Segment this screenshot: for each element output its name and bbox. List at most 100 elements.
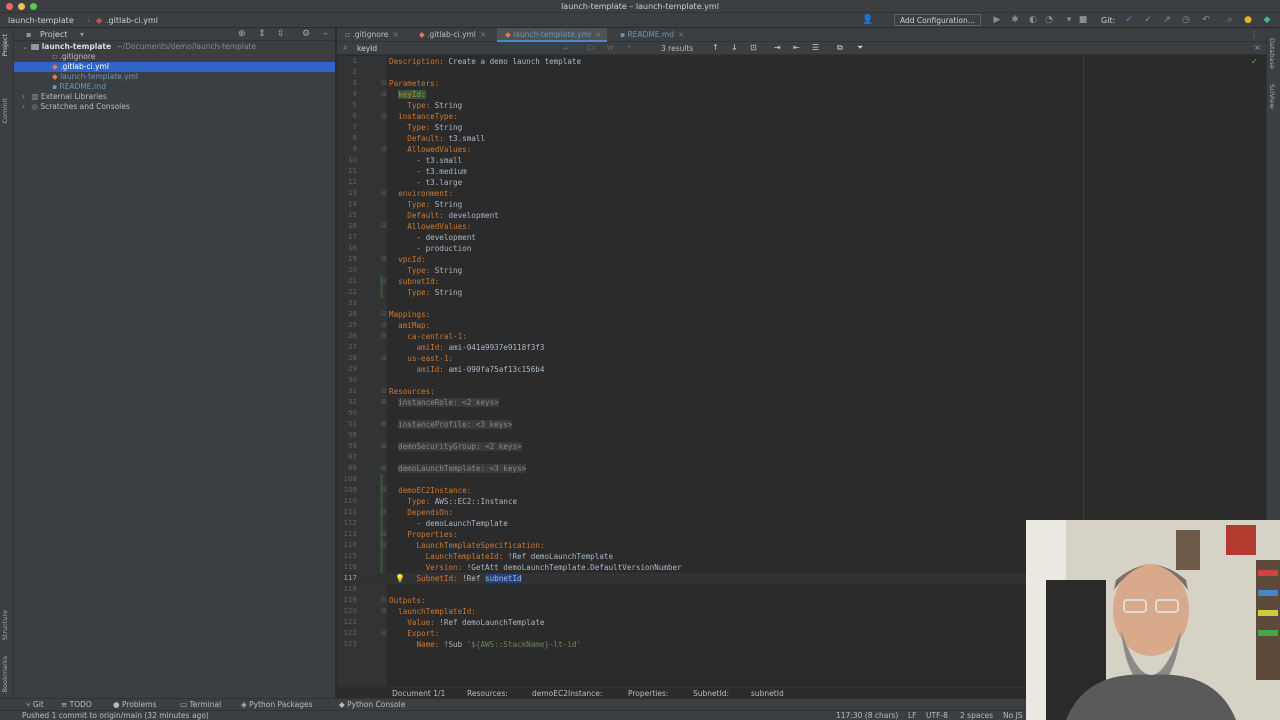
- words-icon[interactable]: W: [607, 44, 614, 52]
- line-number[interactable]: 110: [337, 496, 357, 507]
- line-number[interactable]: 67: [337, 452, 357, 463]
- select-all-icon[interactable]: ☰: [812, 43, 819, 52]
- line-number[interactable]: 123: [337, 639, 357, 650]
- git-commit-icon[interactable]: ✓: [1143, 15, 1153, 25]
- fold-expand-icon[interactable]: ⊞: [381, 397, 387, 408]
- terminal-tool-button[interactable]: ▭ Terminal: [180, 700, 221, 709]
- fold-collapse-icon[interactable]: ⊟: [381, 89, 387, 100]
- fold-collapse-icon[interactable]: ⊟: [381, 628, 387, 639]
- jetbrains-icon[interactable]: ◆: [1262, 15, 1272, 25]
- fold-expand-icon[interactable]: ⊞: [381, 463, 387, 474]
- fold-collapse-icon[interactable]: ⊟: [381, 111, 387, 122]
- line-number[interactable]: 5: [337, 100, 357, 111]
- tree-file-gitignore[interactable]: ▫ .gitignore: [14, 52, 335, 62]
- code-line[interactable]: 12 - t3.large: [337, 177, 1266, 188]
- project-header-label[interactable]: Project: [40, 30, 67, 39]
- line-number[interactable]: 121: [337, 617, 357, 628]
- filter-icon[interactable]: ⏷: [857, 43, 863, 53]
- code-line[interactable]: 5 Type: String: [337, 100, 1266, 111]
- breadcrumb-item[interactable]: Properties:: [628, 689, 668, 698]
- line-number[interactable]: 115: [337, 551, 357, 562]
- line-number[interactable]: 14: [337, 199, 357, 210]
- rollback-icon[interactable]: ↶: [1201, 15, 1211, 25]
- line-number[interactable]: 16: [337, 221, 357, 232]
- line-number[interactable]: 7: [337, 122, 357, 133]
- fold-collapse-icon[interactable]: ⊟: [381, 507, 387, 518]
- tree-scratches[interactable]: › ◎ Scratches and Consoles: [14, 102, 335, 112]
- fold-collapse-icon[interactable]: ⊟: [381, 540, 387, 551]
- fold-collapse-icon[interactable]: ⊟: [381, 606, 387, 617]
- line-number[interactable]: 4: [337, 89, 357, 100]
- fold-collapse-icon[interactable]: ⊟: [381, 309, 387, 320]
- tab-gitignore[interactable]: ▫ .gitignore ×: [337, 28, 405, 42]
- line-number[interactable]: 25: [337, 320, 357, 331]
- chevron-right-icon[interactable]: ›: [22, 102, 25, 111]
- line-number[interactable]: 3: [337, 78, 357, 89]
- user-icon[interactable]: 👤: [862, 15, 873, 25]
- python-console-tool-button[interactable]: ◆ Python Console: [339, 700, 405, 709]
- locate-icon[interactable]: ⊕: [238, 29, 246, 39]
- close-icon[interactable]: ×: [392, 30, 398, 39]
- expand-all-icon[interactable]: ⇕: [258, 29, 266, 39]
- fold-collapse-icon[interactable]: ⊟: [381, 254, 387, 265]
- add-configuration-button[interactable]: Add Configuration...: [894, 14, 981, 26]
- breadcrumb-item[interactable]: Document 1/1: [392, 689, 445, 698]
- nav-project[interactable]: launch-template: [8, 16, 74, 25]
- tree-file-gitlab-ci[interactable]: ◆ .gitlab-ci.yml: [14, 62, 335, 72]
- breadcrumb-item[interactable]: subnetId: [751, 689, 784, 698]
- line-number[interactable]: 68: [337, 463, 357, 474]
- fold-collapse-icon[interactable]: ⊟: [381, 529, 387, 540]
- fold-collapse-icon[interactable]: ⊟: [381, 386, 387, 397]
- breadcrumb-item[interactable]: SubnetId:: [693, 689, 729, 698]
- line-number[interactable]: 19: [337, 254, 357, 265]
- fold-collapse-icon[interactable]: ⊟: [381, 595, 387, 606]
- line-number[interactable]: 119: [337, 595, 357, 606]
- hide-panel-icon[interactable]: –: [323, 29, 328, 39]
- more-tabs-icon[interactable]: ⋮: [1250, 30, 1258, 39]
- line-number[interactable]: 27: [337, 342, 357, 353]
- line-number[interactable]: 117: [337, 573, 357, 584]
- line-number[interactable]: 118: [337, 584, 357, 595]
- project-view-dropdown-icon[interactable]: ▾: [80, 30, 84, 39]
- fold-collapse-icon[interactable]: ⊟: [381, 188, 387, 199]
- code-line[interactable]: 19 vpcId: ⊟: [337, 254, 1266, 265]
- tab-launch-template[interactable]: ◆ launch-template.yml ×: [497, 28, 608, 42]
- line-number[interactable]: 120: [337, 606, 357, 617]
- line-number[interactable]: 22: [337, 287, 357, 298]
- history-icon[interactable]: ◷: [1181, 15, 1191, 25]
- code-line[interactable]: 20 Type: String: [337, 265, 1266, 276]
- line-number[interactable]: 12: [337, 177, 357, 188]
- caret-position[interactable]: 117:30 (8 chars): [836, 711, 898, 720]
- line-number[interactable]: 23: [337, 298, 357, 309]
- line-number[interactable]: 109: [337, 485, 357, 496]
- code-line[interactable]: 58: [337, 430, 1266, 441]
- code-line[interactable]: 110 Type: AWS::EC2::Instance: [337, 496, 1266, 507]
- code-line[interactable]: 109 demoEC2Instance: ⊟: [337, 485, 1266, 496]
- line-number[interactable]: 15: [337, 210, 357, 221]
- line-number[interactable]: 11: [337, 166, 357, 177]
- close-icon[interactable]: ×: [678, 30, 684, 39]
- gear-icon[interactable]: ⚙: [302, 29, 310, 39]
- code-line[interactable]: 9 AllowedValues: ⊟: [337, 144, 1266, 155]
- tab-readme[interactable]: ▪ README.md ×: [612, 28, 690, 42]
- run-icon[interactable]: ▶: [992, 15, 1002, 25]
- git-update-icon[interactable]: ✓: [1124, 15, 1134, 25]
- stop-icon[interactable]: ■: [1078, 15, 1088, 25]
- breadcrumb-item[interactable]: demoEC2Instance:: [532, 689, 602, 698]
- fold-collapse-icon[interactable]: ⊟: [381, 276, 387, 287]
- code-line[interactable]: 68 demoLaunchTemplate: <3 keys> ⊞: [337, 463, 1266, 474]
- python-packages-tool-button[interactable]: ◈ Python Packages: [241, 700, 313, 709]
- code-line[interactable]: 27 amiId: ami-041a9937e9118f3f3: [337, 342, 1266, 353]
- line-number[interactable]: 13: [337, 188, 357, 199]
- code-line[interactable]: 22 Type: String: [337, 287, 1266, 298]
- code-line[interactable]: 23: [337, 298, 1266, 309]
- add-selection-icon[interactable]: ⇥: [774, 43, 781, 52]
- code-line[interactable]: 32 instanceRole: <2 keys> ⊞: [337, 397, 1266, 408]
- coverage-icon[interactable]: ◐: [1028, 15, 1038, 25]
- line-number[interactable]: 9: [337, 144, 357, 155]
- line-number[interactable]: 29: [337, 364, 357, 375]
- code-line[interactable]: 111 DependsOn: ⊟: [337, 507, 1266, 518]
- nav-file[interactable]: .gitlab-ci.yml: [106, 16, 158, 25]
- code-line[interactable]: 18 - production: [337, 243, 1266, 254]
- code-line[interactable]: 17 - development: [337, 232, 1266, 243]
